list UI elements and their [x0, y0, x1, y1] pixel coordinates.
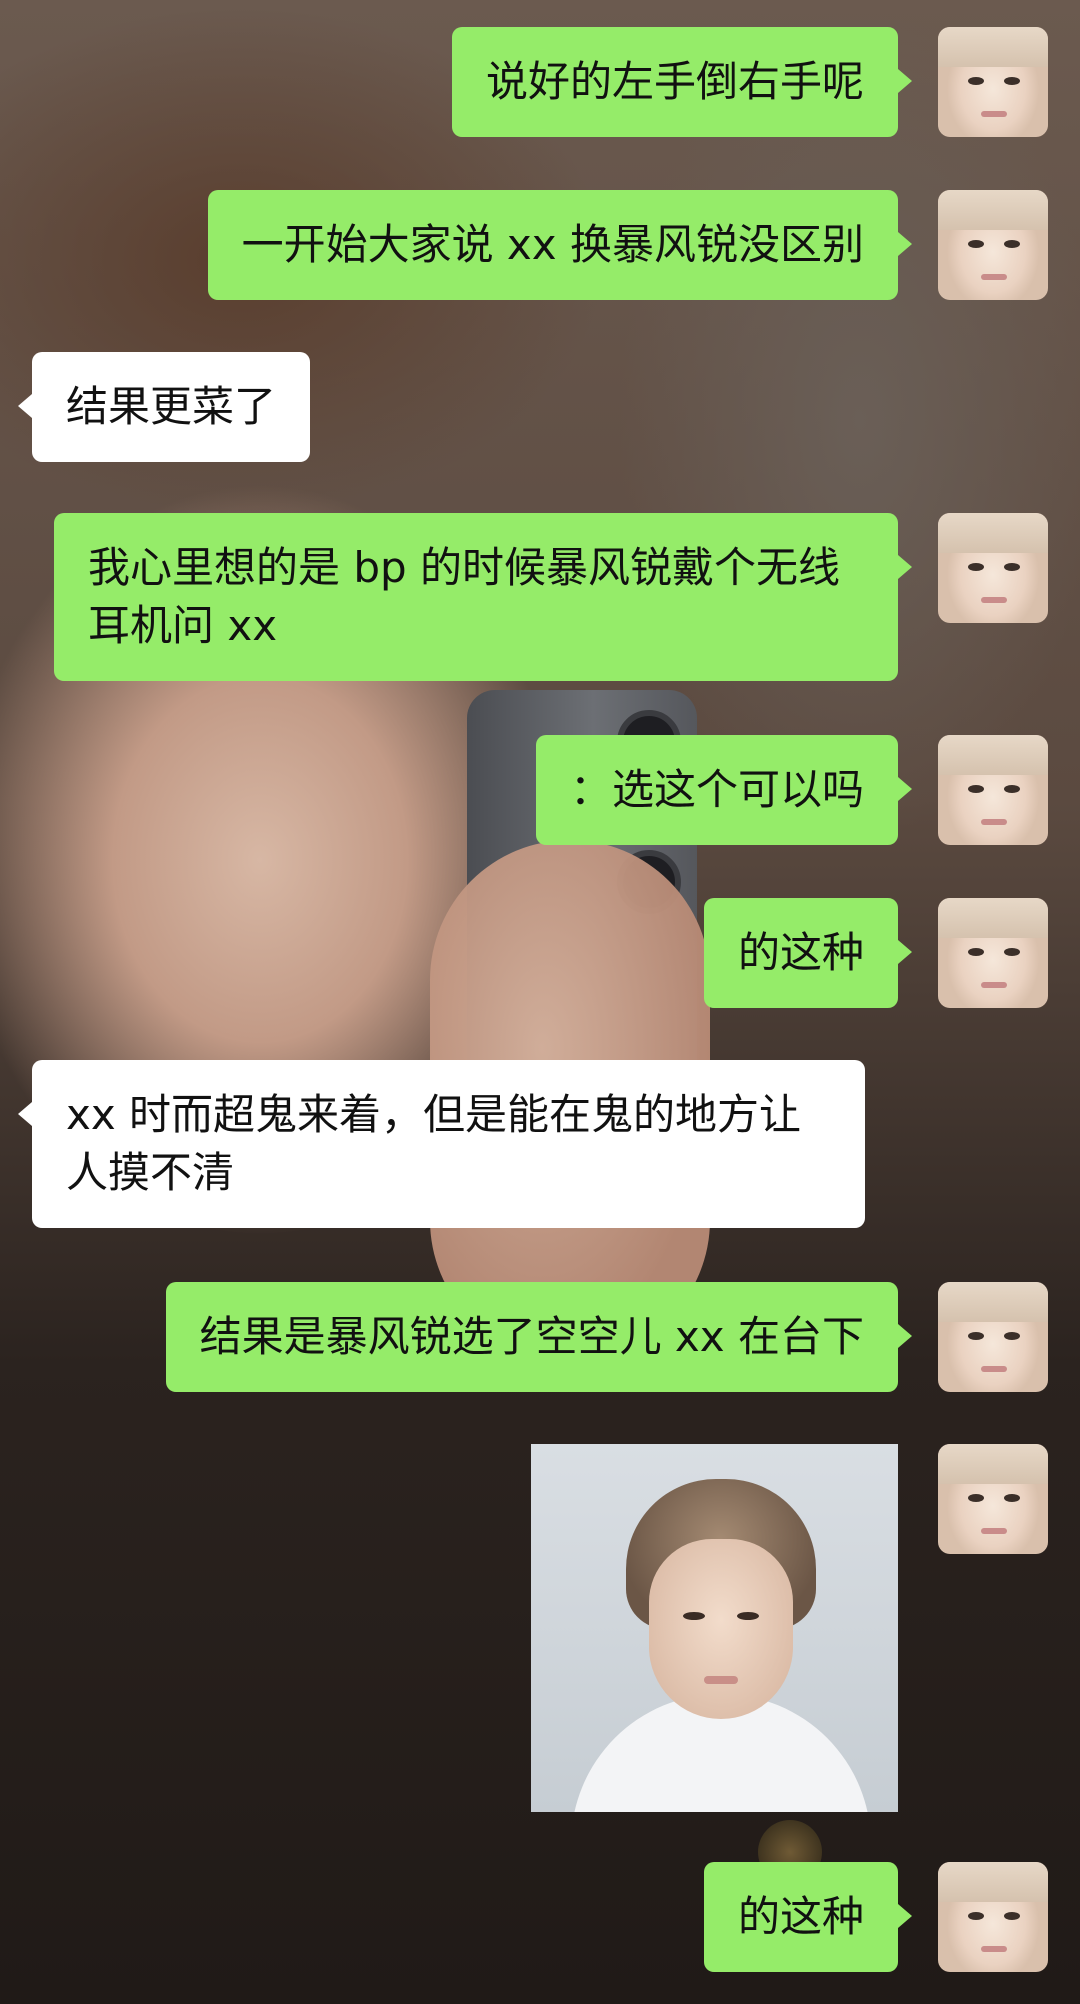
message-text: 说好的左手倒右手呢: [485, 57, 864, 106]
message-bubble-self[interactable]: 的这种: [703, 1862, 913, 1972]
message-text: ：选这个可以吗: [569, 765, 864, 814]
message-bubble-self[interactable]: 说好的左手倒右手呢: [451, 27, 913, 137]
self-avatar[interactable]: [938, 898, 1048, 1008]
message-bubble-self[interactable]: ：选这个可以吗: [535, 735, 913, 845]
image-message[interactable]: [531, 1444, 898, 1812]
self-avatar[interactable]: [938, 735, 1048, 845]
self-avatar[interactable]: [938, 1862, 1048, 1972]
message-text: xx 时而超鬼来着，但是能在鬼的地方让人摸不清: [66, 1090, 802, 1197]
message-text: 结果更菜了: [66, 382, 277, 431]
message-text: 的这种: [737, 928, 864, 977]
message-bubble-self[interactable]: 结果是暴风锐选了空空儿 xx 在台下: [165, 1282, 913, 1392]
message-text: 一开始大家说 xx 换暴风锐没区别: [241, 220, 864, 269]
self-avatar[interactable]: [938, 1444, 1048, 1554]
message-bubble-other[interactable]: xx 时而超鬼来着，但是能在鬼的地方让人摸不清: [18, 1060, 865, 1228]
message-bubble-self[interactable]: 我心里想的是 bp 的时候暴风锐戴个无线耳机问 xx: [54, 513, 912, 681]
self-avatar[interactable]: [938, 1282, 1048, 1392]
self-avatar[interactable]: [938, 190, 1048, 300]
message-bubble-self[interactable]: 的这种: [703, 898, 913, 1008]
message-text: 我心里想的是 bp 的时候暴风锐戴个无线耳机问 xx: [88, 543, 841, 650]
message-text: 结果是暴风锐选了空空儿 xx 在台下: [199, 1312, 864, 1361]
self-avatar[interactable]: [938, 513, 1048, 623]
self-avatar[interactable]: [938, 27, 1048, 137]
message-bubble-other[interactable]: 结果更菜了: [17, 352, 311, 462]
message-text: 的这种: [737, 1892, 864, 1941]
message-bubble-self[interactable]: 一开始大家说 xx 换暴风锐没区别: [207, 190, 913, 300]
